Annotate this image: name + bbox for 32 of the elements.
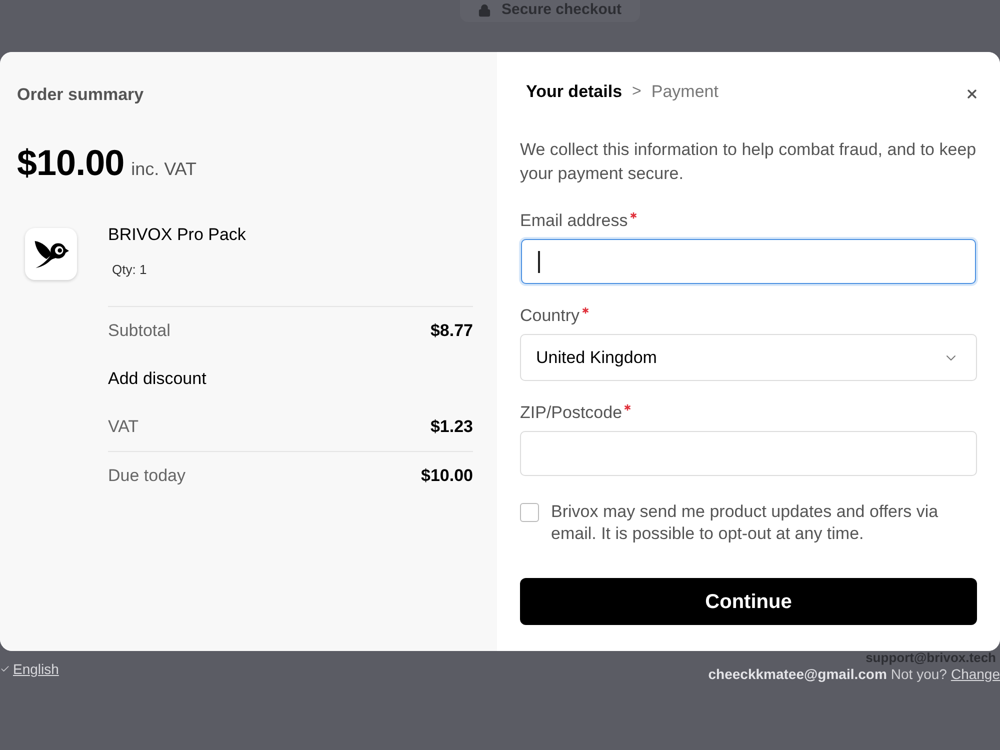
order-summary-title: Order summary <box>17 84 144 106</box>
summary-amount: $8.77 <box>430 320 473 342</box>
field-label: Country <box>520 305 580 327</box>
intro-text: We collect this information to help combat fraud, and to keep your payment secure. <box>520 139 977 185</box>
change-account-link[interactable]: Change <box>950 666 1000 682</box>
text-input-field[interactable] <box>521 239 976 284</box>
bird-app-icon <box>25 228 77 280</box>
summary-label: Due today <box>108 465 186 487</box>
close-icon[interactable] <box>965 87 979 101</box>
price-note: inc. VAT <box>131 158 196 180</box>
consent-text: Brivox may send me product updates and offers via email. It is possible to opt-out at any time. <box>551 501 940 545</box>
field-label: Email address <box>520 210 628 232</box>
field-label: ZIP/Postcode <box>520 402 622 424</box>
consent-checkbox[interactable] <box>520 503 539 522</box>
checkout-step-tab[interactable]: Your details <box>526 81 622 103</box>
summary-amount: $10.00 <box>421 465 473 487</box>
lock-icon <box>478 4 492 16</box>
summary-label: VAT <box>108 416 139 438</box>
account-email: cheeckkmatee@gmail.com <box>708 666 887 682</box>
check-icon <box>0 664 10 674</box>
continue-button[interactable]: Continue <box>520 578 977 625</box>
summary-amount: $1.23 <box>430 416 473 438</box>
breadcrumb-separator: > <box>632 82 642 102</box>
product-name: BRIVOX Pro Pack <box>108 224 246 246</box>
summary-label: Subtotal <box>108 320 170 342</box>
add-discount-link[interactable]: Add discount <box>108 368 206 390</box>
checkout-step-tab[interactable]: Payment <box>651 81 718 103</box>
total-price: $10.00 <box>17 141 124 185</box>
product-quantity: Qty: 1 <box>112 261 147 279</box>
language-link[interactable]: English <box>13 661 59 677</box>
account-prompt: Not you? <box>890 666 947 682</box>
country-select[interactable]: United Kingdom <box>520 334 977 381</box>
